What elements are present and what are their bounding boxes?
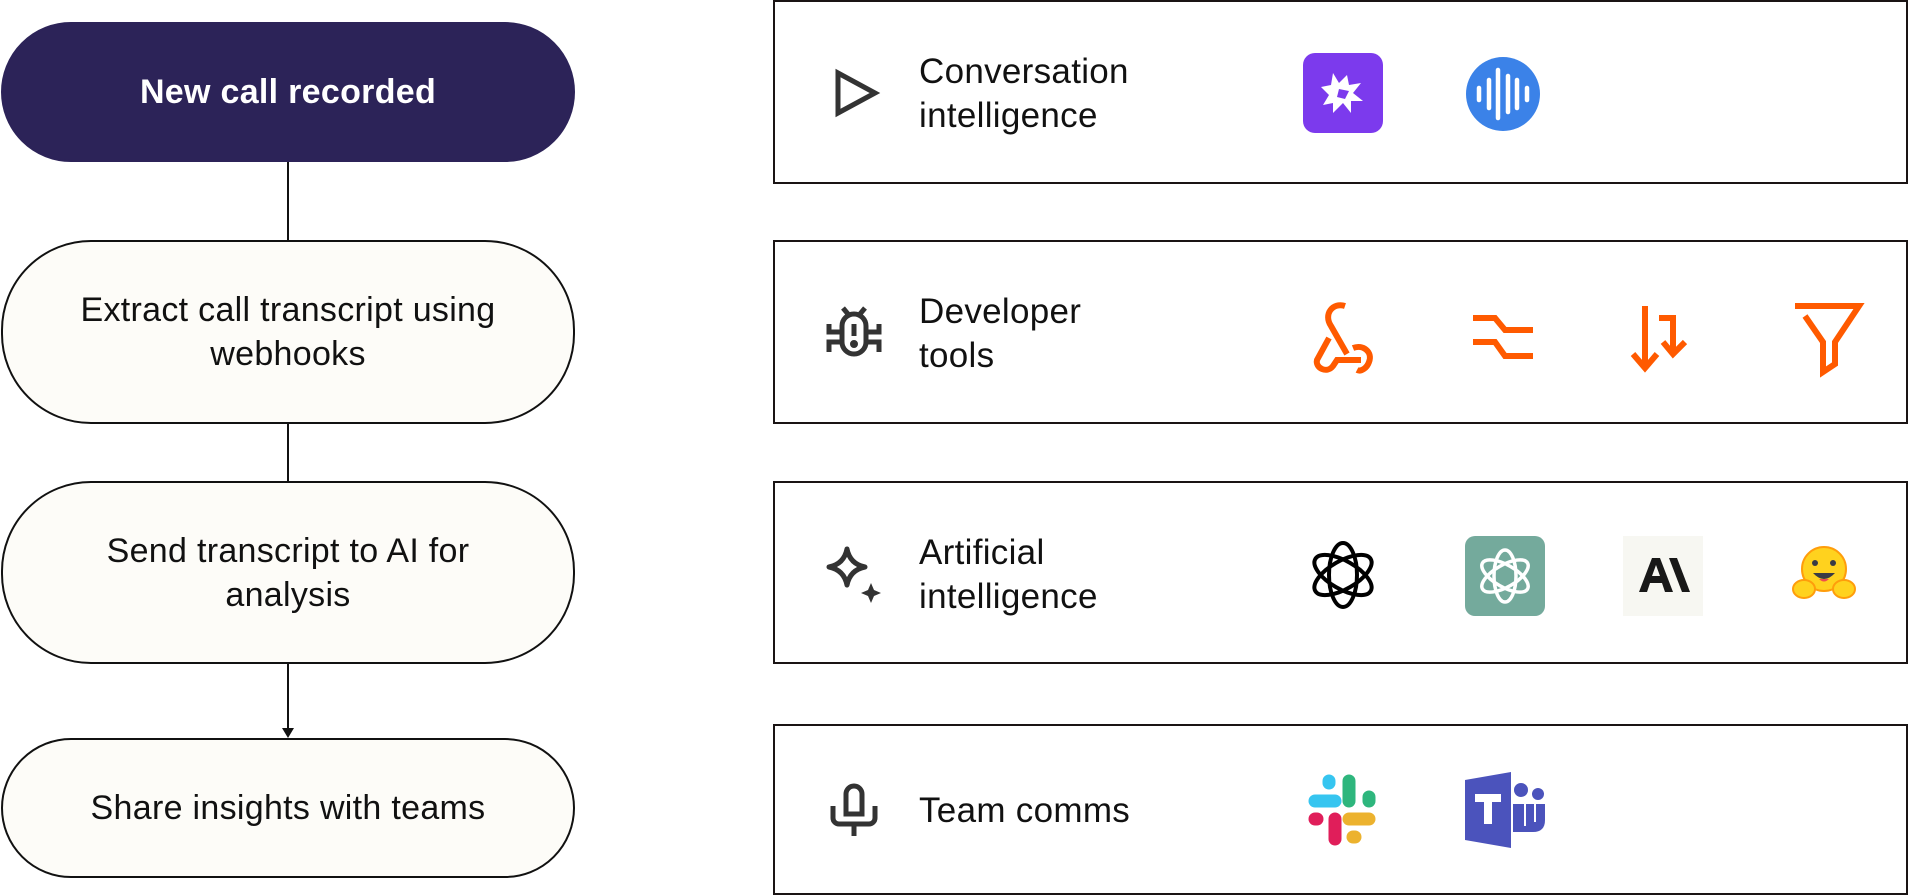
category-title-line: intelligence bbox=[919, 96, 1098, 135]
flow-step-analyze[interactable]: Send transcript to AI for analysis bbox=[1, 481, 575, 664]
category-title-line: Developer bbox=[919, 292, 1082, 331]
sort-arrows-icon[interactable] bbox=[1625, 298, 1705, 378]
category-title: Developer tools bbox=[919, 290, 1081, 378]
flow-connector bbox=[287, 663, 289, 729]
category-title-line: intelligence bbox=[919, 577, 1098, 616]
category-title-line: tools bbox=[919, 336, 995, 375]
gong-icon[interactable] bbox=[1303, 53, 1383, 133]
flow-step-label: Send transcript to AI for analysis bbox=[106, 531, 470, 614]
anthropic-icon[interactable] bbox=[1623, 536, 1703, 616]
flow-step-trigger[interactable]: New call recorded bbox=[1, 22, 575, 162]
flow-step-share[interactable]: Share insights with teams bbox=[1, 738, 575, 878]
slack-icon[interactable] bbox=[1305, 773, 1379, 847]
filter-icon[interactable] bbox=[1787, 298, 1867, 378]
play-triangle-icon bbox=[825, 64, 883, 122]
flow-step-label: Share insights with teams bbox=[90, 789, 486, 827]
flow-step-label: Extract call transcript using webhooks bbox=[80, 291, 496, 373]
flow-step-extract[interactable]: Extract call transcript using webhooks bbox=[1, 240, 575, 424]
flow-connector bbox=[287, 162, 289, 240]
category-title: Conversation intelligence bbox=[919, 50, 1129, 138]
category-panel-artificial-intelligence: Artificial intelligence bbox=[773, 481, 1908, 664]
microsoft-teams-icon[interactable] bbox=[1465, 770, 1545, 850]
webhook-icon[interactable] bbox=[1303, 298, 1383, 378]
router-icon[interactable] bbox=[1467, 298, 1547, 378]
bug-icon bbox=[825, 302, 883, 360]
audio-waveform-icon[interactable] bbox=[1465, 56, 1541, 132]
category-panel-team-comms: Team comms bbox=[773, 724, 1908, 895]
flow-arrowhead-icon bbox=[282, 728, 294, 738]
hugging-face-icon[interactable] bbox=[1791, 541, 1857, 607]
chatgpt-icon[interactable] bbox=[1465, 536, 1545, 616]
microphone-icon bbox=[825, 782, 883, 840]
category-title: Artificial intelligence bbox=[919, 531, 1098, 619]
flow-step-label: New call recorded bbox=[139, 73, 437, 111]
openai-icon[interactable] bbox=[1303, 535, 1383, 615]
category-panel-conversation-intelligence: Conversation intelligence bbox=[773, 0, 1908, 184]
flow-connector bbox=[287, 423, 289, 481]
category-title-line: Team comms bbox=[919, 791, 1131, 830]
category-title: Team comms bbox=[919, 789, 1130, 833]
category-panel-developer-tools: Developer tools bbox=[773, 240, 1908, 424]
category-title-line: Artificial bbox=[919, 533, 1045, 572]
sparkle-icon bbox=[825, 545, 883, 603]
category-title-line: Conversation bbox=[919, 52, 1129, 91]
